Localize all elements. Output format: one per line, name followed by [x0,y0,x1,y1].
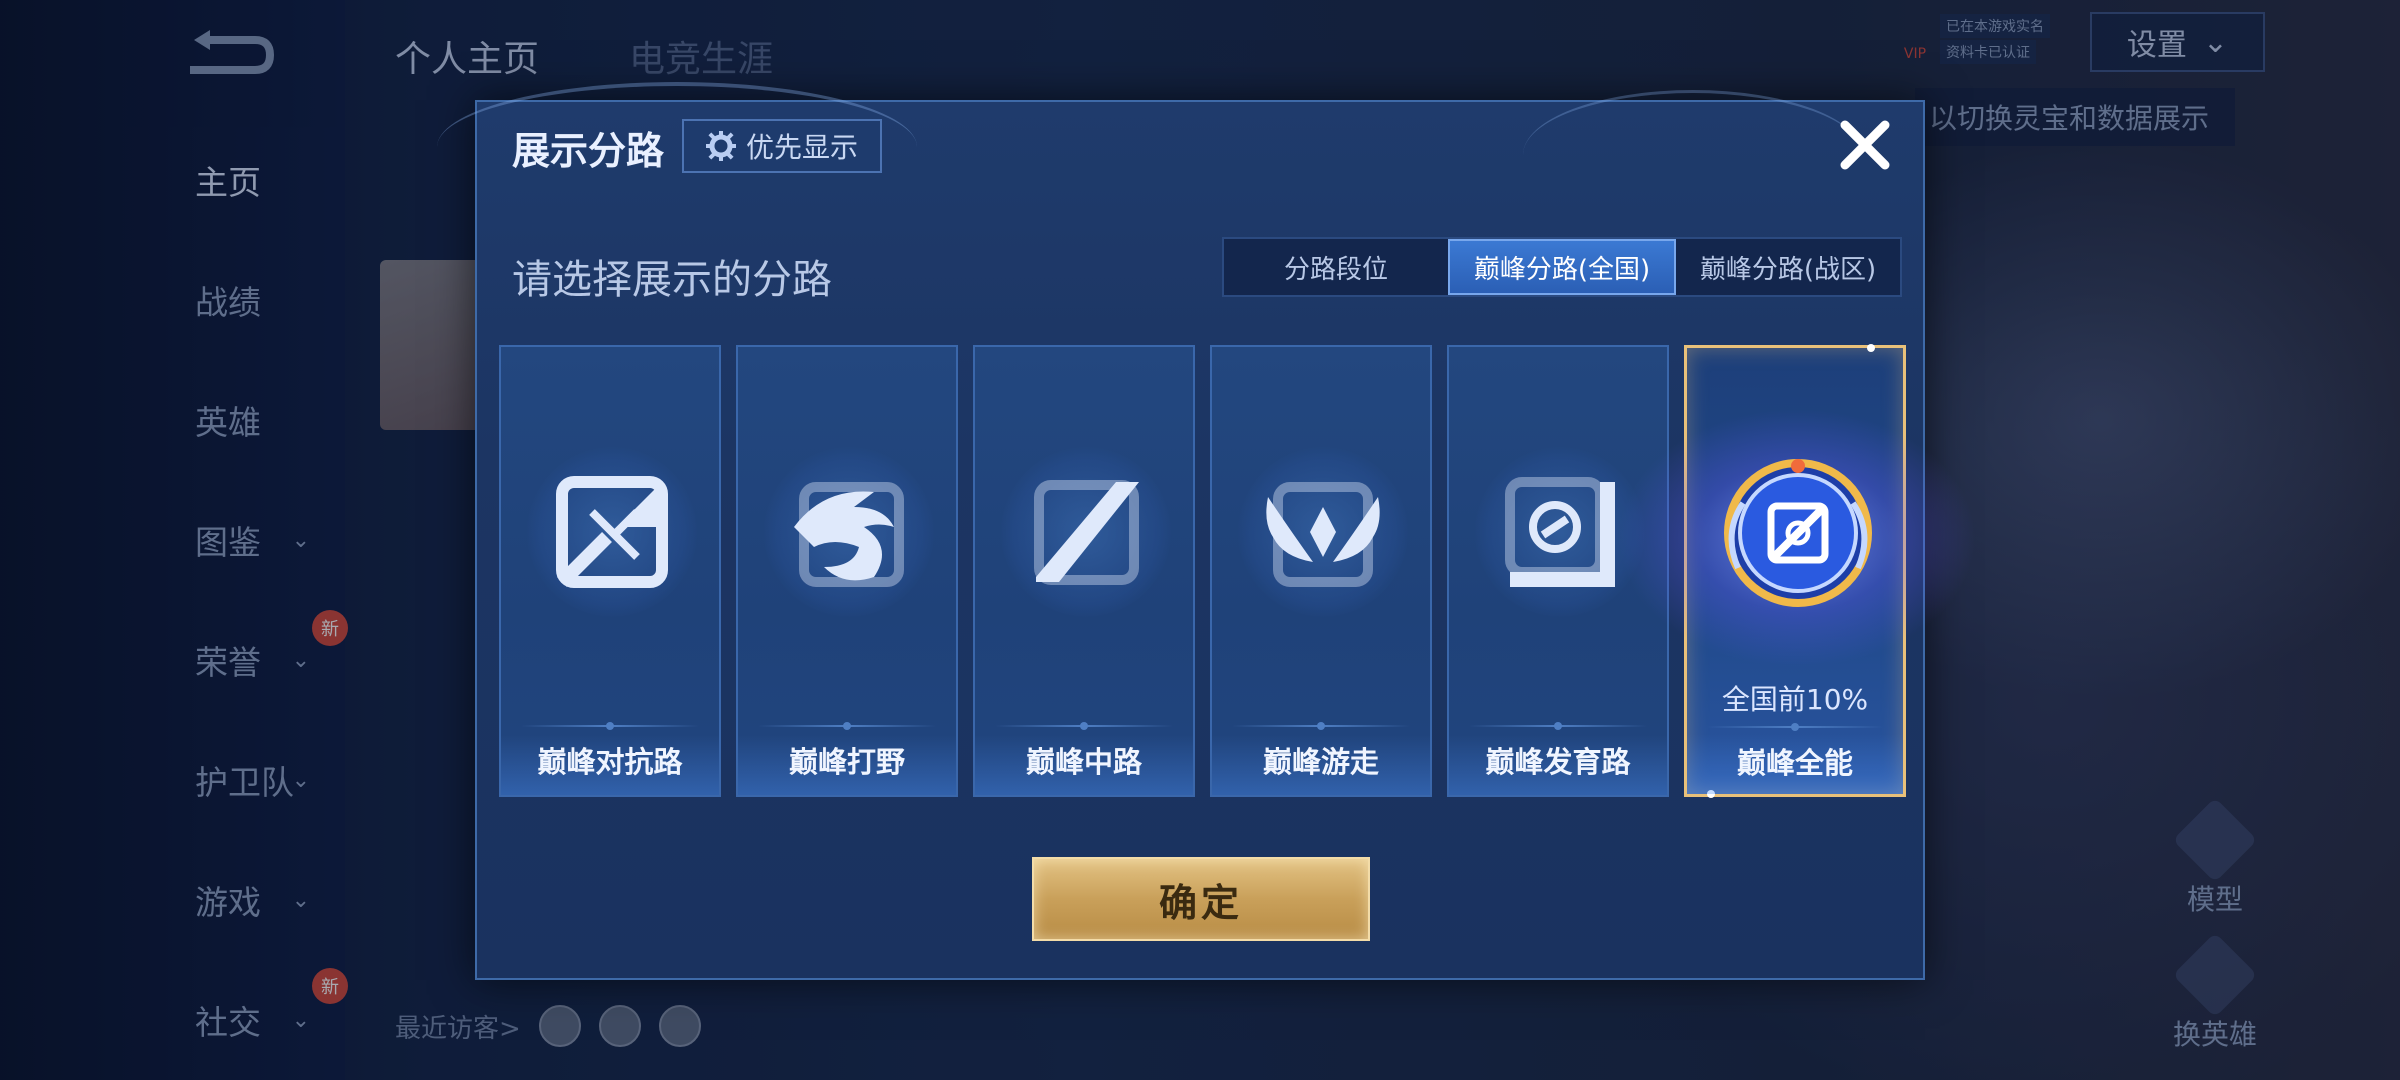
dialog-subtitle: 请选择展示的分路 [512,257,832,303]
confirm-button[interactable]: 确定 [1032,857,1370,941]
mid-lane-icon [1034,480,1139,585]
divider [1469,722,1647,730]
lane-card-label: 巅峰游走 [1262,745,1379,779]
corner-sparkle [1867,344,1875,352]
divider [1232,722,1410,730]
clash-lane-icon [556,476,668,588]
roam-icon [1266,482,1380,587]
dialog-title: 展示分路 [512,129,665,173]
lane-card-list: 巅峰对抗路 巅峰打野 巅峰中路 巅峰游走 巅峰发育路 全国前10% 巅峰全能 [499,344,1977,800]
priority-display-label: 优先显示 [745,131,858,164]
farm-lane-icon [1505,477,1615,587]
lane-card-label: 巅峰发育路 [1485,745,1631,779]
close-button[interactable] [1832,112,1898,178]
tab-peak-lane-national[interactable]: 巅峰分路(全国) [1448,239,1676,295]
lane-card-label: 巅峰全能 [1736,746,1853,780]
priority-display-button[interactable]: 优先显示 [682,119,882,173]
jungle-icon [794,482,904,587]
lane-card-all-round[interactable]: 全国前10% 巅峰全能 [1617,344,1977,798]
lane-display-dialog: 展示分路 优先显示 请选择展示的分路 分路段位 巅峰分路(全国) 巅峰分路(战区… [437,82,1977,980]
close-icon [1840,120,1890,170]
tab-peak-lane-region[interactable]: 巅峰分路(战区) [1676,239,1900,295]
tab-lane-rank[interactable]: 分路段位 [1224,239,1448,295]
lane-card-clash[interactable]: 巅峰对抗路 [499,345,721,797]
lane-card-label: 巅峰对抗路 [537,745,683,779]
lane-card-mid[interactable]: 巅峰中路 [973,345,1195,797]
lane-card-farm[interactable]: 巅峰发育路 [1447,345,1669,797]
divider [995,722,1173,730]
lane-card-roam[interactable]: 巅峰游走 [1210,345,1432,797]
gear-icon [705,131,736,161]
lane-source-tabs: 分路段位 巅峰分路(全国) 巅峰分路(战区) [1222,237,1902,297]
divider [521,722,699,730]
lane-card-label: 巅峰中路 [1025,745,1142,779]
rank-percentile: 全国前10% [1721,683,1869,716]
all-round-emblem-icon [1724,459,1872,607]
divider [1707,723,1883,731]
lane-card-label: 巅峰打野 [788,745,905,779]
divider [758,722,936,730]
lane-card-jungle[interactable]: 巅峰打野 [736,345,958,797]
decorative-cloud [1523,90,1863,220]
